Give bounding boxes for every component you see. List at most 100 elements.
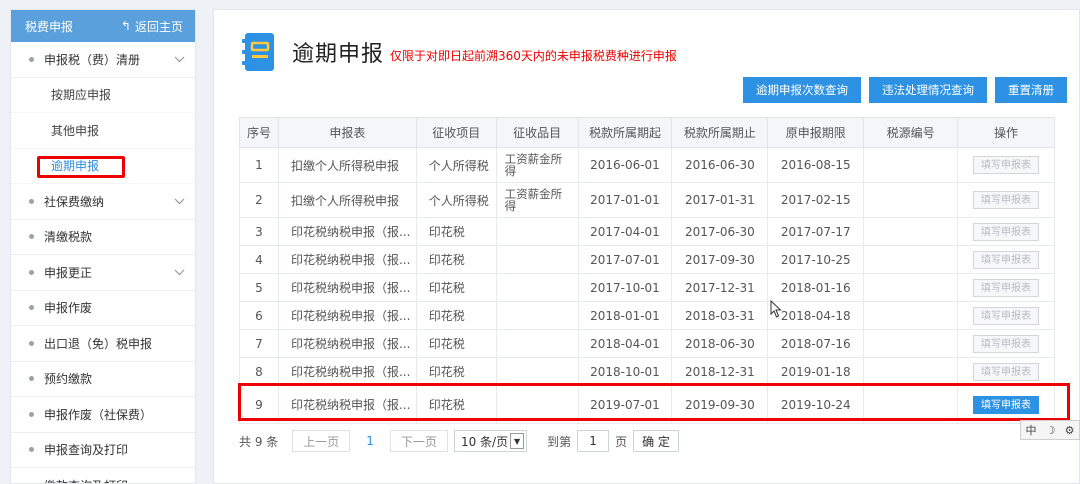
sidebar-item-content: 社保费缴纳	[29, 193, 104, 210]
sidebar-item[interactable]: 清缴税款	[11, 220, 195, 255]
sidebar-menu: 申报税（费）清册按期应申报其他申报逾期申报社保费缴纳清缴税款申报更正 申报作废出口…	[11, 42, 195, 483]
row-number: 8	[239, 357, 279, 386]
cell-sub-item	[495, 385, 579, 424]
gear-icon[interactable]: ⚙	[1065, 424, 1075, 437]
overdue-count-query-button[interactable]: 逾期申报次数查询	[743, 77, 861, 103]
ime-toolbar[interactable]: 中 ☽ ⚙	[1020, 420, 1080, 440]
cell-start: 2016-06-01	[577, 147, 673, 183]
sidebar-subitem[interactable]: 其他申报	[11, 113, 195, 149]
cell-deadline: 2017-10-25	[767, 245, 865, 274]
sidebar-item[interactable]: 出口退（免）税申报	[11, 326, 195, 362]
column-header: 操作	[956, 117, 1056, 148]
back-home-button[interactable]: ↰ 返回主页	[121, 18, 183, 35]
sidebar-item-label: 申报作废（社保费）	[44, 407, 153, 422]
table-row: 8 印花税纳税申报（报... 印花税 2018-10-01 2018-12-31 2019…	[239, 357, 1056, 386]
sidebar-item-content: 申报作废（社保费）	[29, 406, 152, 423]
sidebar-item[interactable]: 申报税（费）清册	[11, 42, 195, 78]
bullet-icon	[29, 198, 34, 204]
sidebar-title: 税费申报	[25, 19, 74, 34]
sidebar-item[interactable]: 申报更正	[11, 255, 195, 291]
cell-end: 2017-01-31	[671, 182, 769, 218]
cell-form: 印花税纳税申报（报...	[277, 357, 417, 386]
table-row: 9 印花税纳税申报（报... 印花税 2019-07-01 2019-09-30 2019…	[239, 385, 1056, 424]
sidebar-item-label: 清缴税款	[44, 230, 93, 245]
sidebar-item-label: 出口退（免）税申报	[44, 336, 153, 351]
cell-action: 填写申报表	[956, 182, 1056, 218]
page-size-value: 10 条/页	[460, 434, 509, 449]
column-header: 税款所属期起	[577, 117, 673, 148]
bullet-icon	[29, 340, 34, 346]
fill-form-button[interactable]: 填写申报表	[972, 191, 1039, 209]
cell-start: 2018-04-01	[577, 329, 673, 358]
fill-form-button[interactable]: 填写申报表	[972, 306, 1039, 325]
cell-end: 2018-12-31	[671, 357, 769, 386]
bullet-icon	[29, 376, 34, 382]
table-row: 4 印花税纳税申报（报... 印花税 2017-07-01 2017-09-30 2017…	[239, 245, 1056, 274]
next-page-button[interactable]: 下一页	[389, 430, 448, 452]
violation-query-button[interactable]: 违法处理情况查询	[869, 77, 987, 103]
cell-deadline: 2019-01-18	[767, 357, 865, 386]
fill-form-button[interactable]: 填写申报表	[972, 278, 1039, 297]
sidebar-item[interactable]: 社保费缴纳	[11, 184, 195, 220]
moon-icon[interactable]: ☽	[1046, 424, 1056, 437]
pagination: 共 9 条 上一页 1 下一页 10 条/页 ▼ 到第 1 页 确 定	[239, 430, 679, 452]
cell-action: 填写申报表	[956, 273, 1056, 302]
fill-form-button[interactable]: 填写申报表	[972, 362, 1039, 381]
cell-deadline: 2016-08-15	[767, 147, 865, 183]
goto-label: 到第	[547, 434, 572, 449]
notebook-icon	[242, 33, 274, 71]
cell-start: 2017-04-01	[577, 217, 673, 246]
sidebar-subitem[interactable]: 逾期申报	[11, 149, 195, 184]
cell-sub-item: 工资薪金所得	[495, 182, 579, 218]
fill-form-button[interactable]: 填写申报表	[972, 334, 1039, 353]
cell-end: 2019-09-30	[671, 385, 769, 424]
chevron-down-icon[interactable]	[173, 53, 185, 65]
fill-form-button[interactable]: 填写申报表	[972, 395, 1039, 414]
column-header: 征收项目	[415, 117, 497, 148]
table-row: 7 印花税纳税申报（报... 印花税 2018-04-01 2018-06-30 2018…	[239, 329, 1056, 358]
cell-deadline: 2018-01-16	[767, 273, 865, 302]
cell-source	[863, 357, 958, 386]
ime-lang[interactable]: 中	[1026, 422, 1037, 438]
sidebar-item[interactable]: 申报查询及打印	[11, 433, 195, 468]
sidebar-item-label: 社保费缴纳	[44, 194, 105, 209]
fill-form-button[interactable]: 填写申报表	[972, 156, 1039, 174]
cell-source	[863, 273, 958, 302]
cell-form: 印花税纳税申报（报...	[277, 385, 417, 424]
sidebar-item[interactable]: 缴款查询及打印	[11, 468, 195, 483]
sidebar-item[interactable]: 申报作废（社保费）	[11, 397, 195, 433]
cell-deadline: 2017-07-17	[767, 217, 865, 246]
sidebar-subitem[interactable]: 按期应申报	[11, 78, 195, 113]
cell-source	[863, 217, 958, 246]
sidebar-item[interactable]: 申报作废	[11, 291, 195, 326]
sidebar-header: 税费申报 ↰ 返回主页	[11, 10, 195, 42]
fill-form-button[interactable]: 填写申报表	[972, 250, 1039, 269]
prev-page-button[interactable]: 上一页	[292, 430, 351, 452]
current-page[interactable]: 1	[356, 434, 384, 448]
cell-item: 印花税	[415, 329, 497, 358]
cell-action: 填写申报表	[956, 385, 1056, 424]
total-count: 共 9 条	[239, 434, 279, 449]
back-arrow-icon: ↰	[120, 19, 131, 33]
cell-form: 印花税纳税申报（报...	[277, 245, 417, 274]
sidebar-item-content: 申报税（费）清册	[29, 51, 140, 68]
sidebar-item[interactable]: 预约缴款	[11, 362, 195, 397]
bullet-icon	[29, 447, 34, 453]
column-header: 税款所属期止	[671, 117, 769, 148]
fill-form-button[interactable]: 填写申报表	[972, 222, 1039, 241]
reset-list-button[interactable]: 重置清册	[995, 77, 1067, 103]
cell-sub-item	[495, 357, 579, 386]
cell-item: 印花税	[415, 217, 497, 246]
chevron-down-icon[interactable]	[173, 266, 185, 278]
sidebar-item-label: 预约缴款	[44, 372, 93, 387]
bullet-icon	[29, 411, 34, 417]
row-number: 4	[239, 245, 279, 274]
sidebar: 税费申报 ↰ 返回主页 申报税（费）清册按期应申报其他申报逾期申报社保费缴纳清缴…	[10, 9, 196, 484]
chevron-down-icon[interactable]	[173, 195, 185, 207]
goto-page-input[interactable]: 1	[577, 430, 610, 452]
page-size-select[interactable]: 10 条/页 ▼	[453, 430, 528, 452]
cell-deadline: 2018-04-18	[767, 301, 865, 330]
sidebar-subitem-label: 其他申报	[51, 123, 100, 138]
goto-confirm-button[interactable]: 确 定	[633, 430, 679, 452]
overdue-table: 序号 申报表 征收项目 征收品目 税款所属期起 税款所属期止 原申报期限 税源编号 操作 1 扣缴…	[239, 117, 1056, 424]
